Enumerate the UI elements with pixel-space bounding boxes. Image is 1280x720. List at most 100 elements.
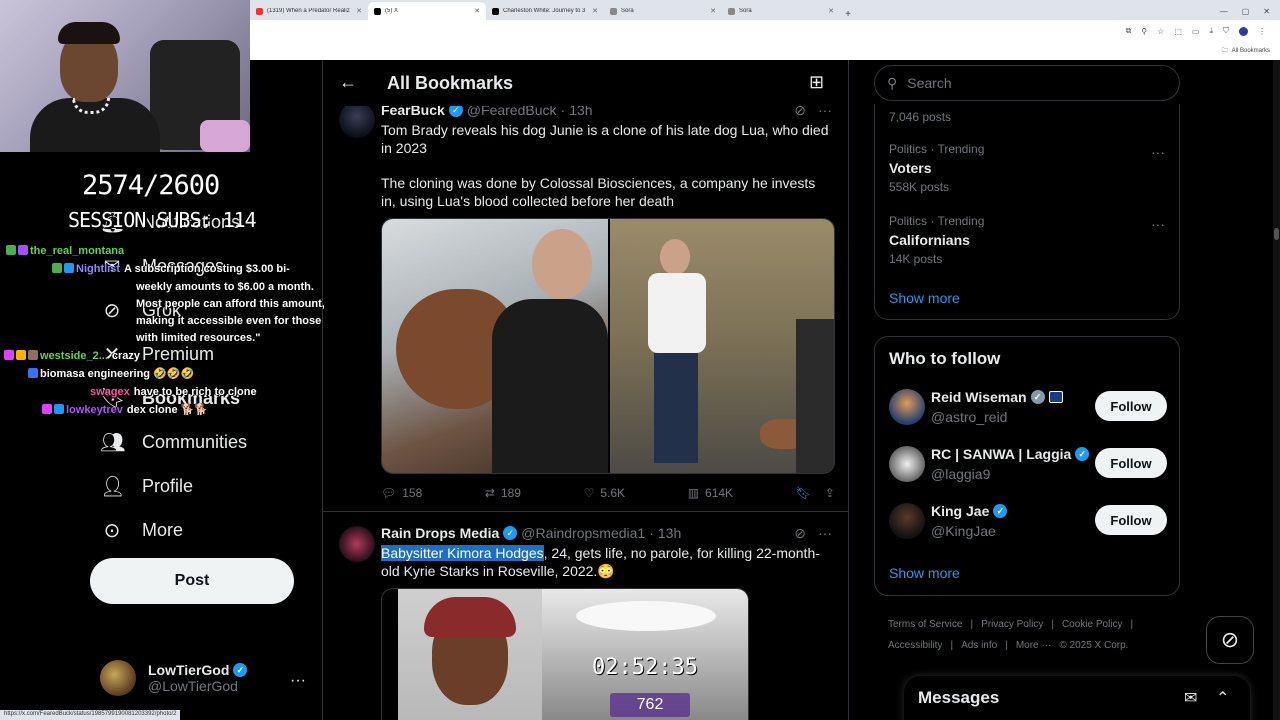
tweet-media[interactable]: 02:52:35 762: [381, 588, 749, 720]
browser-toolbar: ⧉ ⚲ ☆ ⬚ ▭ ⤓ ⛉ ⋮: [250, 20, 1280, 42]
close-icon[interactable]: ✕: [828, 7, 834, 15]
trend-more-icon[interactable]: ···: [1151, 216, 1165, 232]
footer-link[interactable]: More ···: [1016, 640, 1052, 651]
verified-gray-badge-icon: ✓: [1030, 390, 1045, 404]
follow-show-more-link[interactable]: Show more: [889, 565, 960, 581]
affiliate-badge-icon: [1048, 391, 1063, 403]
tweet-author-handle[interactable]: @Raindropsmedia1: [521, 525, 645, 541]
who-to-follow-title: Who to follow: [889, 349, 1001, 368]
close-icon[interactable]: ✕: [474, 7, 480, 15]
x-icon: [374, 7, 381, 15]
avatar[interactable]: [889, 503, 925, 539]
window-controls: — ▢ ✕: [1210, 7, 1280, 20]
close-icon[interactable]: ✕: [592, 7, 598, 15]
zoom-icon[interactable]: ⚲: [1141, 27, 1147, 36]
grok-fab-button[interactable]: ⊘: [1206, 616, 1254, 664]
suggestion-handle: @astro_reid: [931, 409, 1008, 425]
tweet-photo-walking[interactable]: [610, 219, 834, 473]
follow-suggestion[interactable]: Reid Wiseman ✓ @astro_reid Follow: [889, 387, 1167, 427]
close-icon[interactable]: ✕: [356, 7, 362, 15]
install-icon[interactable]: ⧉: [1126, 26, 1132, 36]
profile-avatar-icon[interactable]: [1239, 26, 1248, 36]
tweet-photo-dog-closeup[interactable]: [382, 219, 608, 473]
extensions-icon[interactable]: ⬚: [1174, 27, 1182, 36]
follow-button[interactable]: Follow: [1095, 391, 1167, 421]
views-button[interactable]: ▥ 614K: [688, 486, 733, 500]
nav-label: Profile: [142, 476, 194, 496]
back-arrow-icon[interactable]: ←: [339, 72, 357, 93]
trend-item[interactable]: Politics · Trending Voters 558K posts: [889, 142, 984, 194]
expand-icon[interactable]: ⌃: [1216, 688, 1229, 708]
download-icon[interactable]: ⤓: [1209, 26, 1213, 36]
nav-more[interactable]: ⊙ More: [100, 518, 183, 543]
right-sidebar: ⚲ Search 7,046 posts Politics · Trending…: [850, 60, 1280, 720]
view-count: 614K: [705, 486, 734, 500]
browser-tab[interactable]: Charleston White: Journey to 3 ✕: [486, 2, 604, 20]
new-tab-icon[interactable]: +: [840, 9, 856, 20]
minimize-icon[interactable]: —: [1220, 7, 1228, 16]
account-switcher[interactable]: LowTierGod ✓ @LowTierGod: [100, 660, 248, 696]
footer-link[interactable]: Terms of Service: [888, 619, 962, 630]
chat-username: Nightlist: [76, 263, 120, 275]
screen: (1319) When a Predator Realiz ✕ (5) X ✕ Char…: [0, 0, 1280, 720]
follow-suggestion[interactable]: King Jae ✓ @KingJae Follow: [889, 501, 1167, 541]
new-message-icon[interactable]: ✉: [1184, 688, 1197, 708]
youtube-icon: [256, 7, 263, 15]
close-icon[interactable]: ✕: [710, 7, 716, 15]
nav-communities[interactable]: 👥︎ Communities: [100, 430, 247, 455]
maximize-icon[interactable]: ▢: [1242, 7, 1250, 16]
sidebar-icon[interactable]: ▭: [1192, 27, 1200, 36]
avatar[interactable]: [889, 389, 925, 425]
tweet-author-name[interactable]: Rain Drops Media: [381, 525, 499, 541]
new-bookmark-folder-icon[interactable]: ⊞: [809, 72, 824, 93]
chat-message: Nightlist A subscription costing $3.00 bi…: [52, 262, 290, 276]
tweet-timestamp[interactable]: 13h: [658, 525, 681, 541]
footer-link[interactable]: Cookie Policy: [1062, 619, 1123, 630]
follow-suggestion[interactable]: RC | SANWA | Laggia ✓ @laggia9 Follow: [889, 444, 1167, 484]
tweet-media[interactable]: [381, 218, 835, 474]
scrollbar-thumb[interactable]: [1274, 228, 1279, 240]
scrollbar[interactable]: [1273, 60, 1280, 720]
follow-button[interactable]: Follow: [1095, 448, 1167, 478]
footer-link[interactable]: © 2025 X Corp.: [1059, 640, 1128, 651]
avatar[interactable]: [889, 446, 925, 482]
more-options-icon[interactable]: ···: [818, 525, 832, 542]
verified-badge-icon: ✓: [503, 526, 518, 540]
nav-profile[interactable]: 👤︎ Profile: [100, 474, 193, 499]
reply-button[interactable]: 💬︎ 158: [381, 486, 422, 500]
avatar[interactable]: [339, 526, 375, 562]
browser-tab[interactable]: (1319) When a Predator Realiz ✕: [250, 2, 368, 20]
tab-title: (1319) When a Predator Realiz: [267, 8, 350, 14]
all-bookmarks-link[interactable]: All Bookmarks: [1232, 48, 1270, 54]
like-button[interactable]: ♡ 5.6K: [584, 486, 625, 500]
trends-show-more-link[interactable]: Show more: [889, 290, 960, 306]
messages-drawer[interactable]: Messages ✉ ⌃: [904, 676, 1250, 720]
chat-message: biomasa engineering 🤣🤣🤣: [28, 367, 194, 381]
footer-link[interactable]: Accessibility: [888, 640, 942, 651]
trend-item[interactable]: Politics · Trending Californians 14K pos…: [889, 214, 984, 266]
star-icon[interactable]: ☆: [1157, 27, 1164, 36]
footer-separator: |: [1130, 619, 1134, 630]
chat-message: Most people can afford this amount,: [136, 297, 325, 311]
browser-tab[interactable]: (5) X ✕: [368, 2, 486, 20]
sora-icon: [728, 7, 735, 15]
repost-button[interactable]: ⇄ 189: [485, 486, 521, 500]
footer-link[interactable]: Privacy Policy: [981, 619, 1043, 630]
avatar[interactable]: [339, 102, 375, 138]
grok-icon[interactable]: ⊘: [794, 525, 806, 542]
footer-link[interactable]: Ads info: [961, 640, 997, 651]
close-window-icon[interactable]: ✕: [1263, 7, 1270, 16]
account-name: LowTierGod: [148, 662, 230, 678]
bookmark-filled-icon[interactable]: 🔖︎: [796, 486, 811, 500]
follow-button[interactable]: Follow: [1095, 505, 1167, 535]
browser-tab[interactable]: Sora ✕: [604, 2, 722, 20]
search-input[interactable]: ⚲ Search: [874, 65, 1180, 101]
browser-tab[interactable]: Sora ✕: [722, 2, 840, 20]
account-more-icon[interactable]: ···: [290, 672, 306, 690]
post-button[interactable]: Post: [90, 558, 294, 604]
trend-more-icon[interactable]: ···: [1151, 144, 1165, 160]
menu-icon[interactable]: ⋮: [1258, 27, 1266, 36]
shield-icon[interactable]: ⛉: [1223, 26, 1229, 36]
folder-icon: 🗀: [1221, 48, 1228, 54]
share-icon[interactable]: ⇪: [825, 486, 835, 500]
